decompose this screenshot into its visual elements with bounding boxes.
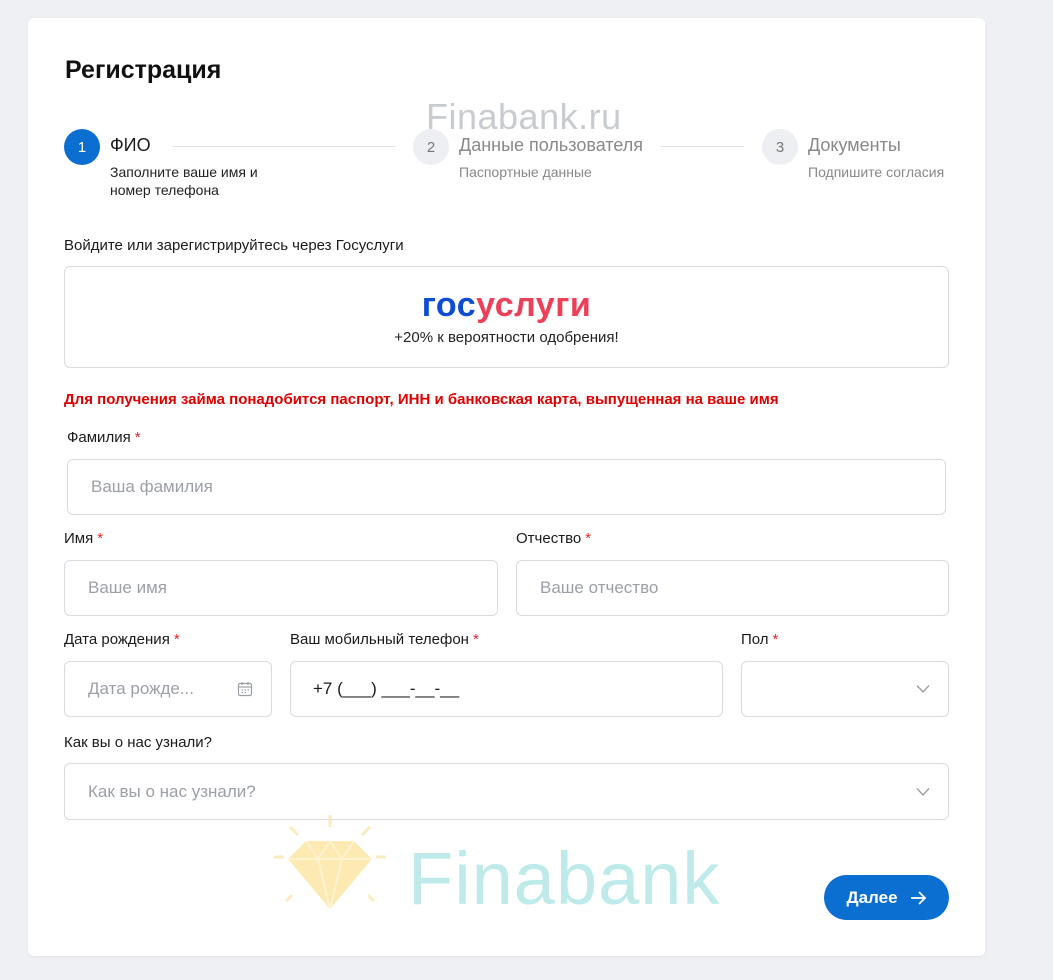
required-marker: * — [97, 530, 104, 547]
birthdate-placeholder: Дата рожде... — [88, 679, 195, 698]
step-connector-1 — [172, 146, 396, 147]
diamond-logo-icon — [268, 813, 398, 928]
patronymic-label-text: Отчество — [516, 530, 582, 547]
step-1-number: 1 — [64, 129, 100, 165]
watermark-brand: Finabank — [408, 837, 721, 920]
gender-label: Пол * — [741, 631, 778, 648]
chevron-down-icon — [916, 685, 930, 694]
required-marker: * — [134, 429, 141, 446]
step-2-title: Данные пользователя — [459, 135, 644, 155]
next-button-label: Далее — [846, 887, 898, 907]
phone-field[interactable]: +7 (___) ___-__-__ — [290, 661, 723, 717]
required-marker: * — [772, 631, 779, 648]
name-label: Имя * — [64, 530, 103, 547]
step-connector-2 — [660, 146, 744, 147]
registration-card: Регистрация Finabank.ru 1 ФИО Заполните … — [28, 18, 985, 956]
phone-input[interactable]: +7 (___) ___-__-__ — [291, 679, 459, 699]
arrow-right-icon — [910, 890, 927, 905]
surname-field — [67, 459, 946, 515]
required-marker: * — [173, 631, 180, 648]
name-field — [64, 560, 498, 616]
step-2-number: 2 — [413, 129, 449, 165]
page-title: Регистрация — [65, 56, 222, 84]
step-3-title: Документы — [808, 135, 901, 155]
step-1-subtitle: Заполните ваше имя и номер телефона — [110, 164, 258, 198]
gosuslugi-login-button[interactable]: госуслуги +20% к вероятности одобрения! — [64, 266, 949, 368]
gosuslugi-bonus-text: +20% к вероятности одобрения! — [394, 329, 619, 346]
step-3-subtitle: Подпишите согласия — [808, 164, 945, 180]
next-button[interactable]: Далее — [824, 875, 949, 920]
source-label: Как вы о нас узнали? — [64, 734, 213, 751]
birthdate-label-text: Дата рождения — [64, 631, 170, 648]
patronymic-input[interactable] — [517, 578, 948, 598]
watermark-text: Finabank.ru — [426, 96, 622, 137]
gender-select[interactable] — [741, 661, 949, 717]
gosuslugi-logo: госуслуги — [65, 285, 948, 325]
gosuslugi-logo-part2: услуги — [476, 286, 592, 324]
calendar-icon — [237, 681, 253, 697]
gender-label-text: Пол — [741, 631, 769, 648]
required-marker: * — [472, 631, 479, 648]
phone-label-text: Ваш мобильный телефон — [290, 631, 469, 648]
surname-input[interactable] — [68, 477, 945, 497]
phone-label: Ваш мобильный телефон * — [290, 631, 479, 648]
required-marker: * — [585, 530, 592, 547]
step-1-title: ФИО — [110, 135, 151, 155]
gosuslugi-prompt: Войдите или зарегистрируйтесь через Госу… — [64, 237, 404, 254]
step-3-number: 3 — [762, 129, 798, 165]
name-input[interactable] — [65, 578, 497, 598]
surname-label: Фамилия * — [67, 429, 141, 446]
requirements-warning: Для получения займа понадобится паспорт,… — [64, 391, 779, 408]
birthdate-picker[interactable]: Дата рожде... — [64, 661, 272, 717]
patronymic-label: Отчество * — [516, 530, 591, 547]
gosuslugi-logo-part1: гос — [421, 286, 477, 324]
birthdate-label: Дата рождения * — [64, 631, 180, 648]
name-label-text: Имя — [64, 530, 94, 547]
patronymic-field — [516, 560, 949, 616]
source-select[interactable]: Как вы о нас узнали? — [64, 763, 949, 820]
surname-label-text: Фамилия — [67, 429, 131, 446]
chevron-down-icon — [916, 787, 930, 796]
source-placeholder: Как вы о нас узнали? — [88, 781, 256, 801]
step-2-subtitle: Паспортные данные — [459, 164, 592, 180]
